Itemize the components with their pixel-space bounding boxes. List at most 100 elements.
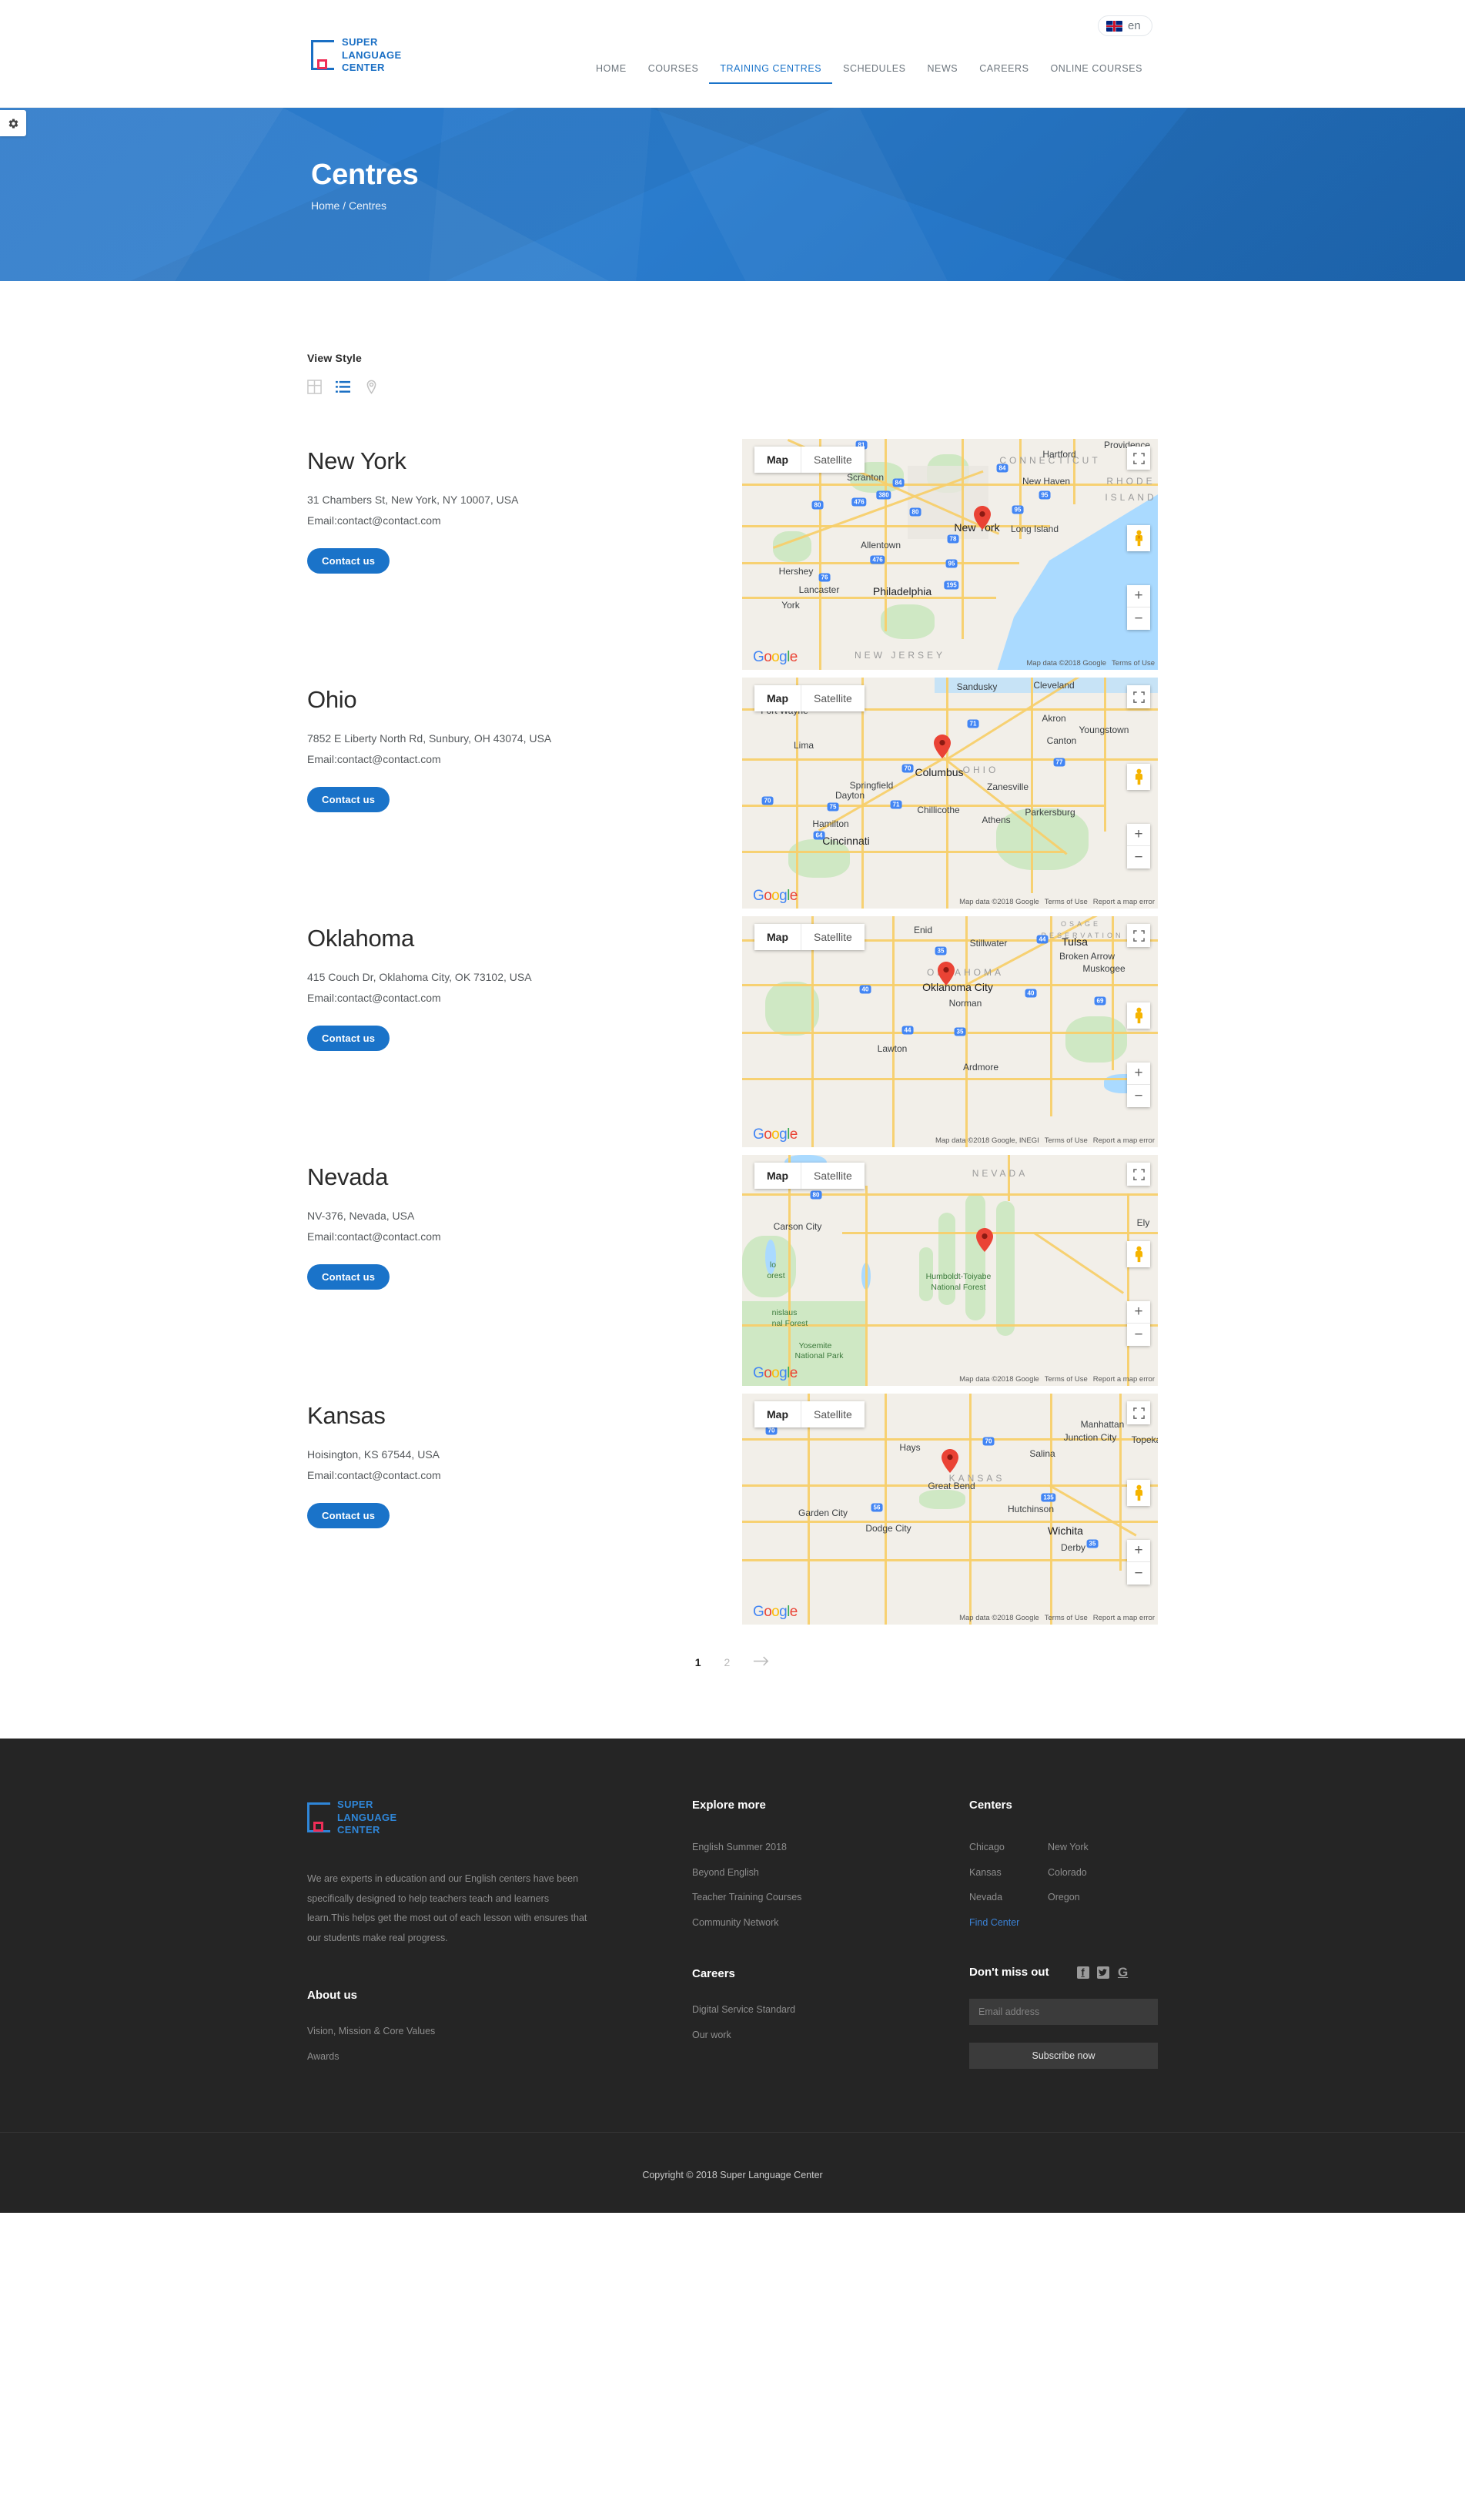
map-type-satellite[interactable]: Satellite [801, 1401, 865, 1427]
map-marker-pin [974, 506, 991, 530]
map-type-map[interactable]: Map [754, 1163, 801, 1189]
footer-link-oregon[interactable]: Oregon [1048, 1885, 1126, 1910]
street-view-pegman[interactable] [1127, 764, 1150, 790]
map-zoom-in-button[interactable]: + [1127, 1540, 1150, 1562]
map-fullscreen-button[interactable] [1127, 1401, 1150, 1424]
map-fullscreen-button[interactable] [1127, 924, 1150, 947]
pagination-next-button[interactable] [753, 1655, 770, 1669]
footer-link-vision-mission[interactable]: Vision, Mission & Core Values [307, 2019, 692, 2044]
footer-link-beyond-english[interactable]: Beyond English [692, 1860, 969, 1886]
map-type-toggle[interactable]: Map Satellite [754, 1163, 865, 1189]
footer-link-find-center[interactable]: Find Center [969, 1910, 1048, 1936]
map-zoom-in-button[interactable]: + [1127, 824, 1150, 846]
map-zoom-in-button[interactable]: + [1127, 585, 1150, 607]
nav-item-home[interactable]: HOME [585, 63, 637, 84]
map-label: nal Forest [771, 1319, 808, 1328]
map-zoom-controls[interactable]: + − [1127, 824, 1150, 868]
pagination-page-2[interactable]: 2 [724, 1656, 731, 1668]
nav-item-courses[interactable]: COURSES [637, 63, 710, 84]
map-type-toggle[interactable]: Map Satellite [754, 447, 865, 473]
map-zoom-out-button[interactable]: − [1127, 846, 1150, 868]
street-view-pegman[interactable] [1127, 1002, 1150, 1029]
map-type-map[interactable]: Map [754, 1401, 801, 1427]
map-zoom-in-button[interactable]: + [1127, 1301, 1150, 1324]
contact-us-button[interactable]: Contact us [307, 1503, 390, 1529]
nav-item-online-courses[interactable]: ONLINE COURSES [1039, 63, 1153, 84]
map-terms-link[interactable]: Terms of Use [1112, 659, 1155, 668]
map-zoom-out-button[interactable]: − [1127, 1085, 1150, 1107]
map-fullscreen-button[interactable] [1127, 447, 1150, 470]
map-view-icon[interactable] [364, 380, 379, 394]
site-logo[interactable]: SUPER LANGUAGE CENTER [311, 36, 402, 75]
map-type-toggle[interactable]: Map Satellite [754, 924, 865, 950]
footer-link-community-network[interactable]: Community Network [692, 1910, 969, 1936]
footer-logo[interactable]: SUPER LANGUAGE CENTER [307, 1799, 692, 1837]
map-zoom-controls[interactable]: + − [1127, 1540, 1150, 1585]
footer-link-teacher-training[interactable]: Teacher Training Courses [692, 1885, 969, 1910]
map-zoom-out-button[interactable]: − [1127, 607, 1150, 630]
map-terms-link[interactable]: Terms of Use [1045, 1136, 1088, 1145]
street-view-pegman[interactable] [1127, 1241, 1150, 1267]
map-type-satellite[interactable]: Satellite [801, 924, 865, 950]
nav-item-news[interactable]: NEWS [916, 63, 968, 84]
footer-link-new-york[interactable]: New York [1048, 1835, 1126, 1860]
map-type-map[interactable]: Map [754, 447, 801, 473]
map-zoom-controls[interactable]: + − [1127, 585, 1150, 630]
nav-item-schedules[interactable]: SCHEDULES [832, 63, 916, 84]
contact-us-button[interactable]: Contact us [307, 1026, 390, 1052]
list-view-icon[interactable] [336, 380, 350, 394]
footer-link-colorado[interactable]: Colorado [1048, 1860, 1126, 1886]
pagination-page-1[interactable]: 1 [695, 1656, 701, 1668]
map-zoom-out-button[interactable]: − [1127, 1324, 1150, 1346]
map-label: Hays [899, 1442, 921, 1453]
language-switcher[interactable]: en [1098, 15, 1152, 36]
contact-us-button[interactable]: Contact us [307, 1264, 390, 1290]
footer-link-our-work[interactable]: Our work [692, 2023, 969, 2048]
centre-map-ohio[interactable]: Map Satellite + − Google Map data ©2018 … [742, 678, 1158, 909]
newsletter-email-input[interactable] [969, 1999, 1158, 2025]
map-zoom-controls[interactable]: + − [1127, 1063, 1150, 1107]
map-terms-link[interactable]: Terms of Use [1045, 1614, 1088, 1622]
map-fullscreen-button[interactable] [1127, 1163, 1150, 1186]
map-type-satellite[interactable]: Satellite [801, 447, 865, 473]
map-report-link[interactable]: Report a map error [1093, 1614, 1155, 1622]
map-type-map[interactable]: Map [754, 685, 801, 711]
google-icon[interactable]: G [1117, 1965, 1129, 1980]
map-type-toggle[interactable]: Map Satellite [754, 685, 865, 711]
footer-link-chicago[interactable]: Chicago [969, 1835, 1048, 1860]
street-view-pegman[interactable] [1127, 525, 1150, 551]
footer-link-nevada[interactable]: Nevada [969, 1885, 1048, 1910]
nav-item-training-centres[interactable]: TRAINING CENTRES [709, 63, 833, 84]
footer-link-english-summer[interactable]: English Summer 2018 [692, 1835, 969, 1860]
map-terms-link[interactable]: Terms of Use [1045, 898, 1088, 906]
centre-map-kansas[interactable]: Map Satellite + − Google Map data ©2018 … [742, 1394, 1158, 1625]
facebook-icon[interactable]: f [1076, 1966, 1089, 1979]
map-zoom-out-button[interactable]: − [1127, 1562, 1150, 1585]
map-zoom-controls[interactable]: + − [1127, 1301, 1150, 1346]
twitter-icon[interactable] [1096, 1966, 1109, 1979]
settings-panel-toggle[interactable] [0, 110, 26, 136]
map-report-link[interactable]: Report a map error [1093, 1375, 1155, 1384]
nav-item-careers[interactable]: CAREERS [968, 63, 1039, 84]
centre-map-oklahoma[interactable]: Map Satellite + − Google Map data ©2018 … [742, 916, 1158, 1147]
map-fullscreen-button[interactable] [1127, 685, 1150, 708]
footer-link-awards[interactable]: Awards [307, 2044, 692, 2070]
map-report-link[interactable]: Report a map error [1093, 1136, 1155, 1145]
centre-map-nevada[interactable]: Map Satellite + − Google Map data ©2018 … [742, 1155, 1158, 1386]
google-logo: Google [753, 1126, 798, 1143]
centre-map-new-york[interactable]: Map Satellite + − Google Map data ©2018 … [742, 439, 1158, 670]
grid-view-icon[interactable] [307, 380, 322, 394]
map-type-satellite[interactable]: Satellite [801, 1163, 865, 1189]
map-zoom-in-button[interactable]: + [1127, 1063, 1150, 1085]
map-type-satellite[interactable]: Satellite [801, 685, 865, 711]
contact-us-button[interactable]: Contact us [307, 548, 390, 574]
map-type-toggle[interactable]: Map Satellite [754, 1401, 865, 1427]
subscribe-now-button[interactable]: Subscribe now [969, 2043, 1158, 2069]
footer-link-kansas[interactable]: Kansas [969, 1860, 1048, 1886]
map-type-map[interactable]: Map [754, 924, 801, 950]
contact-us-button[interactable]: Contact us [307, 787, 390, 813]
footer-link-digital-service-standard[interactable]: Digital Service Standard [692, 1997, 969, 2023]
map-terms-link[interactable]: Terms of Use [1045, 1375, 1088, 1384]
street-view-pegman[interactable] [1127, 1480, 1150, 1506]
map-report-link[interactable]: Report a map error [1093, 898, 1155, 906]
